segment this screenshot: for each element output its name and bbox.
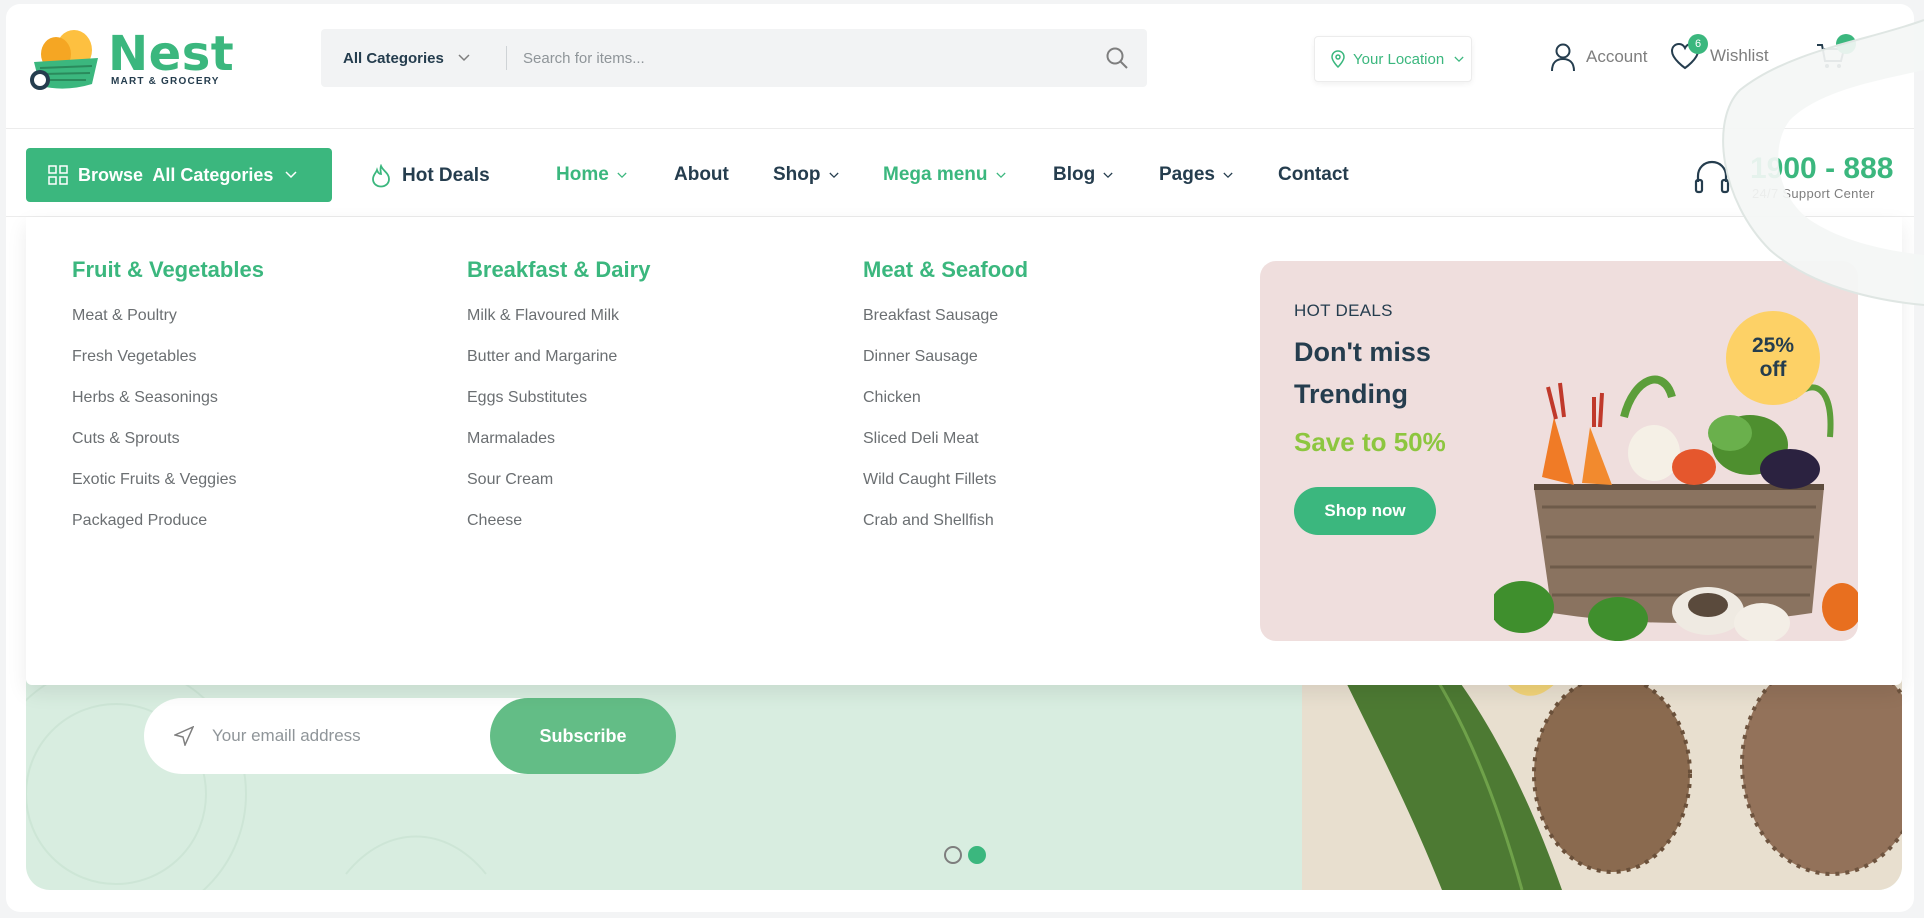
- slider-dots: [944, 846, 986, 864]
- discount-badge: 25% off: [1726, 311, 1820, 405]
- wishlist-label: Wishlist: [1710, 46, 1769, 65]
- promo-save-text: Save to 50%: [1294, 427, 1446, 457]
- mega-link[interactable]: Butter and Margarine: [467, 346, 650, 387]
- mega-column-breakfast-dairy: Breakfast & Dairy Milk & Flavoured Milk …: [467, 257, 650, 551]
- chevron-down-icon: [1223, 172, 1233, 178]
- promo-kicker: HOT DEALS: [1294, 301, 1393, 320]
- header-divider: [6, 128, 1914, 129]
- hot-deals-banner: HOT DEALS Don't miss Trending Save to 50…: [1260, 261, 1858, 641]
- nav-pages[interactable]: Pages: [1159, 164, 1233, 186]
- mega-link[interactable]: Breakfast Sausage: [863, 305, 1028, 346]
- nav-contact[interactable]: Contact: [1278, 164, 1349, 186]
- chevron-down-icon: [995, 172, 1006, 178]
- mega-link[interactable]: Dinner Sausage: [863, 346, 1028, 387]
- support-subtitle: 24/7 Support Center: [1752, 186, 1875, 201]
- nav-shop-label: Shop: [773, 164, 821, 185]
- nav-home-label: Home: [556, 164, 609, 185]
- nav-about-label: About: [674, 164, 729, 185]
- subscribe-button[interactable]: Subscribe: [490, 698, 676, 774]
- mega-link[interactable]: Meat & Poultry: [72, 305, 264, 346]
- send-icon: [174, 726, 194, 746]
- search-button[interactable]: [1087, 29, 1147, 87]
- nav-hot-deals-label: Hot Deals: [402, 165, 490, 186]
- nav-hot-deals[interactable]: Hot Deals: [370, 164, 490, 188]
- nav-mega-menu[interactable]: Mega menu: [883, 164, 1006, 186]
- discount-badge-suffix: off: [1759, 358, 1787, 381]
- wishlist-link[interactable]: 6 Wishlist: [1670, 34, 1769, 70]
- discount-badge-value: 25%: [1751, 334, 1795, 357]
- basket-logo-icon: [30, 30, 98, 90]
- mega-link[interactable]: Marmalades: [467, 428, 650, 469]
- mega-link[interactable]: Wild Caught Fillets: [863, 469, 1028, 510]
- browse-categories-button[interactable]: Browse All Categories: [26, 148, 332, 202]
- mega-link[interactable]: Packaged Produce: [72, 510, 264, 551]
- chevron-down-icon: [1103, 172, 1113, 178]
- mega-link[interactable]: Fresh Vegetables: [72, 346, 264, 387]
- brand-name: Nest: [108, 26, 235, 82]
- nav-about[interactable]: About: [674, 164, 729, 186]
- mega-link[interactable]: Cheese: [467, 510, 650, 551]
- mega-link[interactable]: Sliced Deli Meat: [863, 428, 1028, 469]
- mega-link[interactable]: Milk & Flavoured Milk: [467, 305, 650, 346]
- mega-link[interactable]: Chicken: [863, 387, 1028, 428]
- vegetable-basket-image: [1494, 375, 1858, 641]
- grid-icon: [48, 165, 68, 185]
- chevron-down-icon: [617, 172, 627, 178]
- nav-mega-menu-label: Mega menu: [883, 164, 988, 185]
- category-select[interactable]: All Categories: [321, 29, 506, 87]
- category-select-label: All Categories: [343, 49, 444, 67]
- mega-link[interactable]: Crab and Shellfish: [863, 510, 1028, 551]
- mega-column-title[interactable]: Meat & Seafood: [863, 257, 1028, 283]
- search-icon: [1106, 47, 1128, 69]
- brand-logo[interactable]: Nest MART & GROCERY: [26, 26, 236, 96]
- nav-pages-label: Pages: [1159, 164, 1215, 185]
- support-number: 1900 - 888: [1750, 152, 1894, 185]
- cart-count-badge: [1836, 34, 1856, 54]
- page-frame: Nest MART & GROCERY All Categories Your …: [6, 4, 1914, 912]
- cart-link[interactable]: [1816, 34, 1856, 70]
- account-label: Account: [1586, 47, 1648, 66]
- nav-blog-label: Blog: [1053, 164, 1096, 185]
- mega-column-meat-seafood: Meat & Seafood Breakfast Sausage Dinner …: [863, 257, 1028, 551]
- account-link[interactable]: Account: [1550, 42, 1647, 72]
- mega-link[interactable]: Sour Cream: [467, 469, 650, 510]
- chevron-down-icon: [285, 171, 297, 179]
- newsletter-email-input[interactable]: Your emaill address: [212, 726, 361, 746]
- mega-link[interactable]: Exotic Fruits & Veggies: [72, 469, 264, 510]
- mega-menu-dropdown: Fruit & Vegetables Meat & Poultry Fresh …: [26, 217, 1902, 685]
- nav-shop[interactable]: Shop: [773, 164, 839, 186]
- location-select[interactable]: Your Location: [1314, 36, 1472, 82]
- mega-column-title[interactable]: Fruit & Vegetables: [72, 257, 264, 283]
- search-input[interactable]: [507, 29, 1087, 87]
- chevron-down-icon: [458, 54, 470, 62]
- slider-dot-1[interactable]: [944, 846, 962, 864]
- brand-tagline: MART & GROCERY: [111, 76, 220, 87]
- location-label: Your Location: [1353, 50, 1445, 68]
- mega-column-fruit-vegetables: Fruit & Vegetables Meat & Poultry Fresh …: [72, 257, 264, 551]
- mega-link[interactable]: Eggs Substitutes: [467, 387, 650, 428]
- support-contact[interactable]: 1900 - 888 24/7 Support Center: [1692, 150, 1912, 204]
- nav-blog[interactable]: Blog: [1053, 164, 1113, 186]
- chevron-down-icon: [1454, 56, 1464, 62]
- user-icon: [1551, 43, 1575, 72]
- map-pin-icon: [1331, 50, 1345, 68]
- newsletter-form: Your emaill address Subscribe: [144, 698, 676, 774]
- flame-icon: [372, 164, 390, 188]
- mega-link[interactable]: Herbs & Seasonings: [72, 387, 264, 428]
- slider-dot-2[interactable]: [968, 846, 986, 864]
- shop-now-button[interactable]: Shop now: [1294, 487, 1436, 535]
- search-bar: All Categories: [321, 29, 1147, 87]
- mega-column-title[interactable]: Breakfast & Dairy: [467, 257, 650, 283]
- nav-home[interactable]: Home: [556, 164, 627, 186]
- headset-icon: [1694, 160, 1730, 194]
- nav-contact-label: Contact: [1278, 164, 1349, 185]
- browse-categories-label: Browse All Categories: [78, 164, 274, 185]
- wishlist-count-badge: 6: [1688, 34, 1708, 54]
- mega-link[interactable]: Cuts & Sprouts: [72, 428, 264, 469]
- chevron-down-icon: [828, 172, 839, 178]
- promo-title: Don't miss Trending: [1294, 337, 1431, 409]
